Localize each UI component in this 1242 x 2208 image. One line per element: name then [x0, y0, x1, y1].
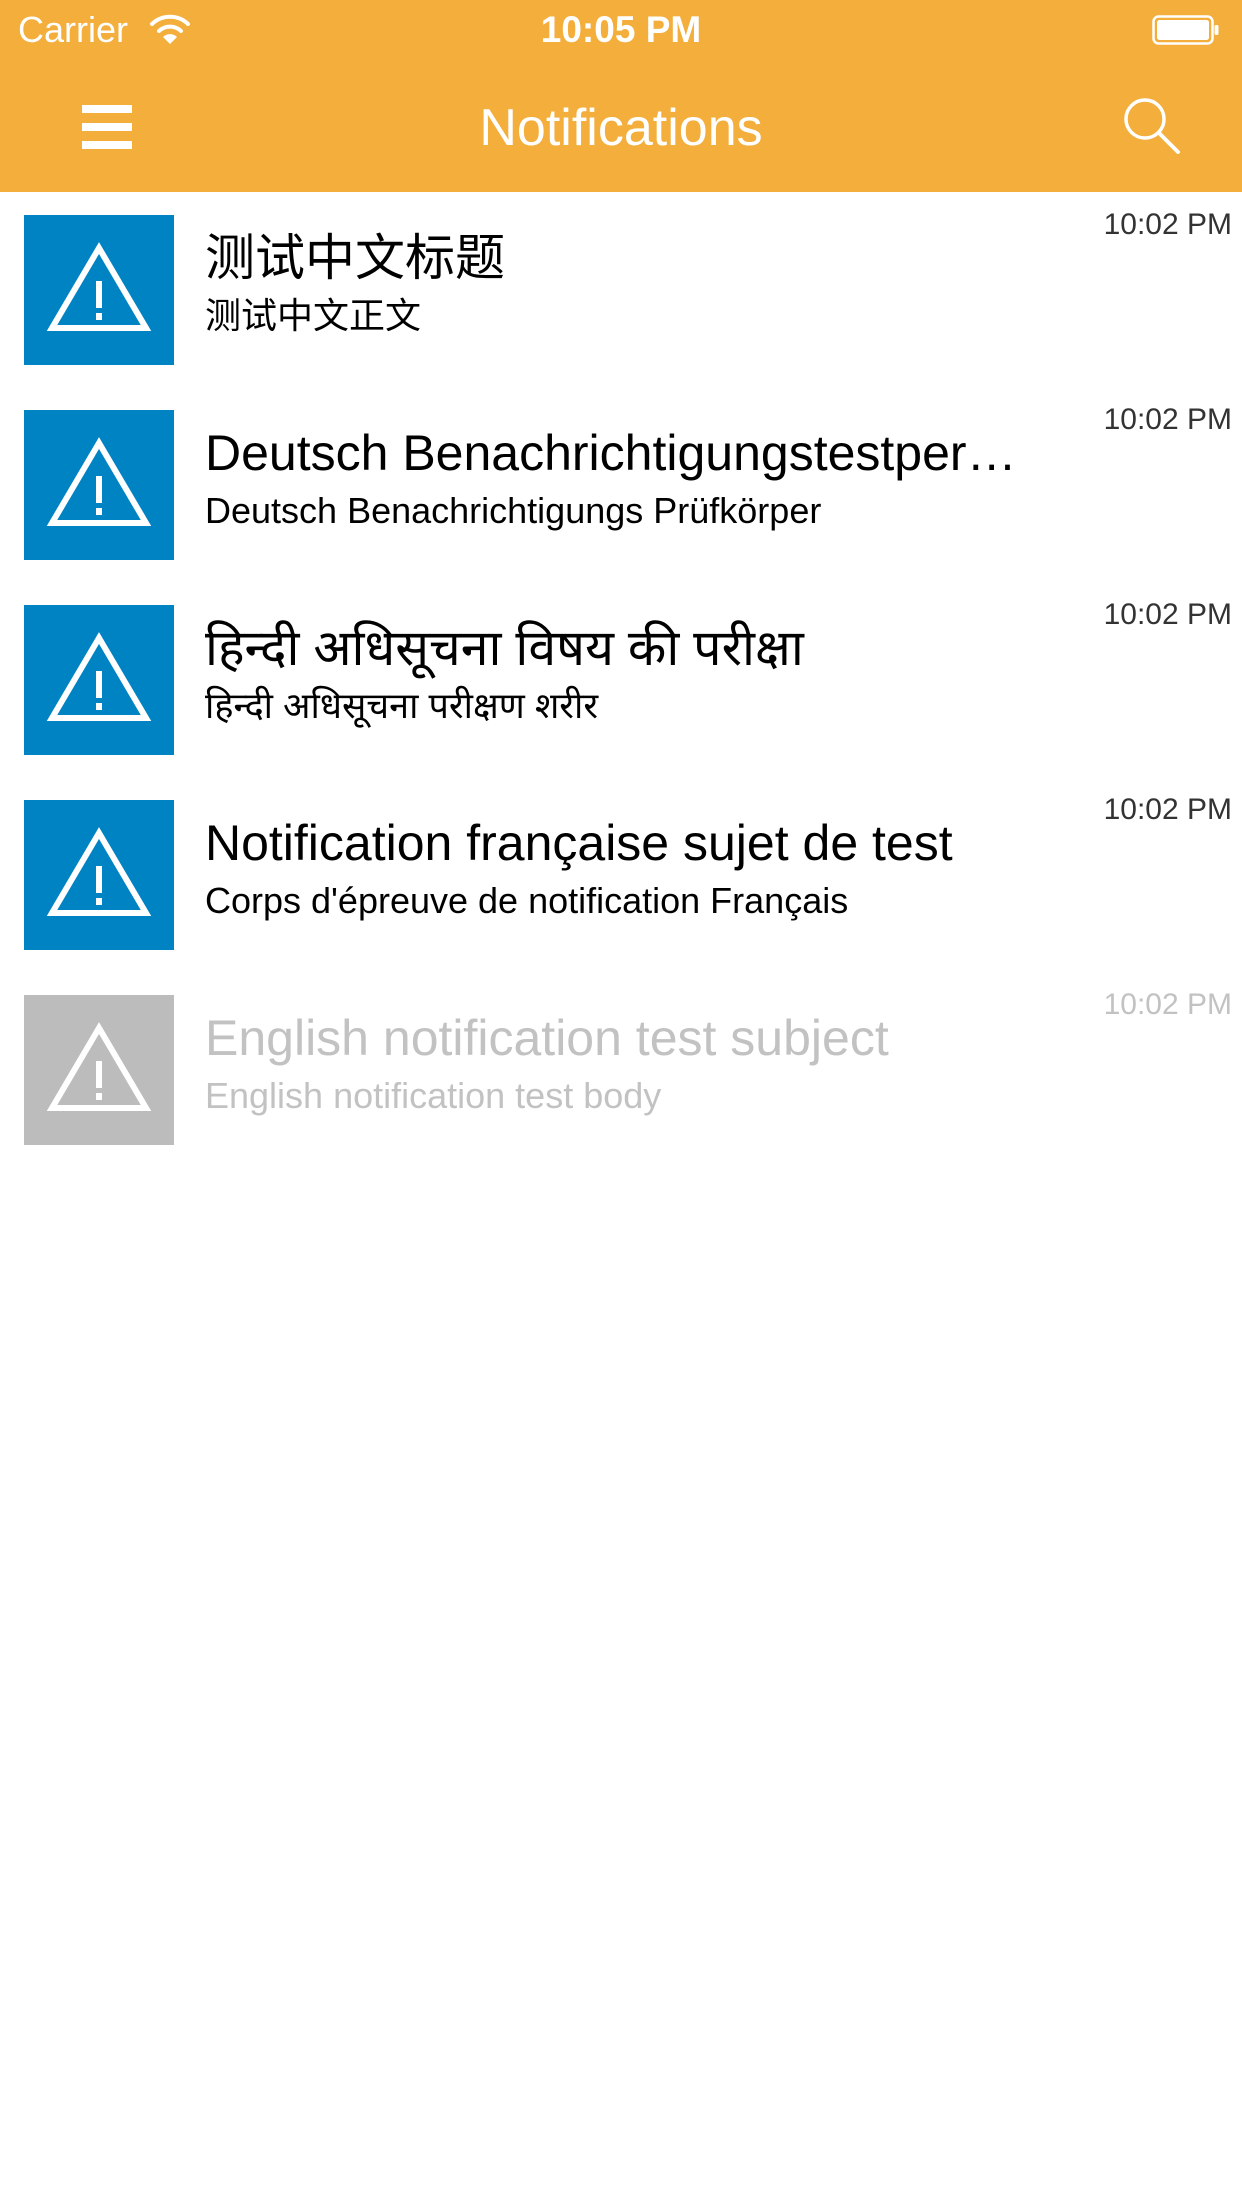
notification-thumbnail: [24, 995, 174, 1145]
notifications-screen: Carrier 10:05 PM Notifications 测试中文标题 测试…: [0, 0, 1242, 2208]
notification-time: 10:02 PM: [1103, 988, 1232, 1021]
notification-thumbnail: [24, 605, 174, 755]
notification-time: 10:02 PM: [1103, 208, 1232, 241]
notification-subject: Deutsch Benachrichtigungstestpersonenbet…: [205, 425, 1025, 481]
search-button[interactable]: [1118, 92, 1186, 160]
notification-item[interactable]: Deutsch Benachrichtigungstestpersonenbet…: [0, 388, 1242, 583]
warning-icon: [46, 1022, 152, 1111]
warning-icon: [46, 632, 152, 721]
navigation-bar: Notifications: [0, 62, 1242, 192]
notification-time: 10:02 PM: [1103, 793, 1232, 826]
notification-subject: हिन्दी अधिसूचना विषय की परीक्षा: [205, 620, 804, 676]
warning-icon: [46, 242, 152, 331]
status-time: 10:05 PM: [540, 9, 702, 50]
battery-icon: [1152, 15, 1219, 45]
notification-item[interactable]: 测试中文标题测试中文正文 10:02 PM: [0, 193, 1242, 388]
notification-body: Deutsch Benachrichtigungs Prüfkörper: [205, 490, 822, 531]
notification-body: हिन्दी अधिसूचना परीक्षण शरीर: [205, 685, 599, 726]
notification-item[interactable]: हिन्दी अधिसूचना विषय की परीक्षा हिन्दी अध…: [0, 583, 1242, 778]
notification-time: 10:02 PM: [1103, 598, 1232, 631]
page-title: Notifications: [479, 99, 763, 157]
notification-thumbnail: [24, 215, 174, 365]
notification-subject: Notification française sujet de test: [205, 815, 953, 871]
notification-body: Corps d'épreuve de notification Français: [205, 880, 849, 921]
notification-body: English notification test body: [205, 1075, 662, 1116]
search-icon: [1124, 98, 1180, 154]
notification-thumbnail: [24, 800, 174, 950]
warning-icon: [46, 827, 152, 916]
app-header: Carrier 10:05 PM Notifications: [0, 0, 1242, 192]
notification-time: 10:02 PM: [1103, 403, 1232, 436]
notification-thumbnail: [24, 410, 174, 560]
notification-body: 测试中文正文: [205, 295, 422, 336]
notification-subject: 测试中文标题: [205, 230, 505, 286]
notification-item[interactable]: English notification test subject English…: [0, 973, 1242, 1168]
status-bar: Carrier 10:05 PM: [0, 0, 1242, 62]
notification-item[interactable]: Notification française sujet de test Corp…: [0, 778, 1242, 973]
warning-icon: [46, 437, 152, 526]
notification-list: 测试中文标题测试中文正文 10:02 PM Deutsch Benachrichti…: [0, 193, 1242, 1168]
notification-subject: English notification test subject: [205, 1010, 889, 1066]
